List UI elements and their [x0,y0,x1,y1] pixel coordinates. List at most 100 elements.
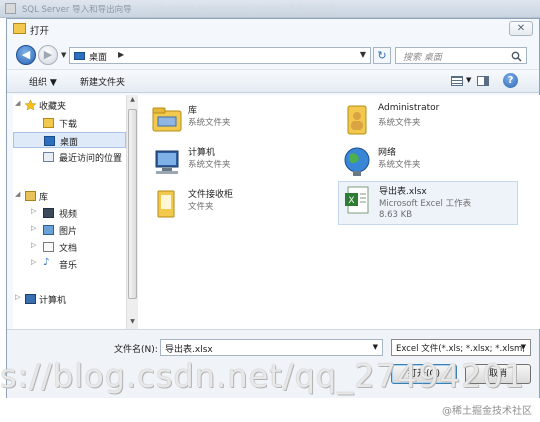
nav-item-desktop[interactable]: 桌面 [13,132,126,148]
expand-icon[interactable]: ▷ [31,241,36,249]
star-icon [25,100,36,110]
desktop-icon [74,52,85,60]
credit-watermark: @稀土掘金技术社区 [442,406,532,417]
breadcrumb-desktop[interactable]: 桌面 [89,50,107,63]
nav-item-downloads[interactable]: 下载 [13,115,126,131]
nav-item-computer[interactable]: ▷ 计算机 [13,291,126,307]
collapse-icon[interactable]: ◢ [15,99,20,107]
user-folder-icon [347,105,367,135]
scroll-down-icon[interactable]: ▼ [128,318,137,328]
nav-label-recent: 最近访问的位置 [59,154,123,164]
library-icon [25,191,36,201]
filetype-value: Excel 文件(*.xls; *.xlsx; *.xlsm; [396,344,526,354]
file-item-export-xlsx[interactable]: X 导出表.xlsx Microsoft Excel 工作表 8.63 KB [338,181,518,225]
downloads-folder-icon [43,118,54,128]
open-file-dialog: 打开 ✕ ◀ ▶ ▼ 桌面 ▶ ▼ ↻ 搜索 桌面 组织 ▼ 新建文件夹 ▼ ? [6,18,540,399]
folder-icon [157,190,175,218]
history-dropdown-icon[interactable]: ▼ [61,51,66,59]
file-list: 库 系统文件夹 Administrator 系统文件夹 计算机 系统文件夹 网络… [138,95,540,329]
background-window-faded-text: SQL Server Management Studio 对象资源管理器 [150,4,337,13]
refresh-button[interactable]: ↻ [373,47,391,64]
folder-icon [13,23,26,34]
filetype-select[interactable]: Excel 文件(*.xls; *.xlsx; *.xlsm; ▼ [391,339,531,356]
nav-label-music: 音乐 [59,261,78,271]
filename-dropdown-icon[interactable]: ▼ [373,343,378,351]
file-type: 系统文件夹 [378,118,421,128]
network-globe-icon [344,147,370,176]
organize-button[interactable]: 组织 ▼ [29,75,57,88]
documents-library-icon [43,242,54,252]
computer-icon [25,294,36,304]
nav-label-desktop: 桌面 [60,138,79,148]
pictures-library-icon [43,225,54,235]
nav-item-pictures[interactable]: ▷ 图片 [13,222,126,238]
nav-item-documents[interactable]: ▷ 文档 [13,239,126,255]
preview-pane-icon[interactable] [477,76,489,86]
excel-file-icon: X [345,186,369,214]
expand-icon[interactable]: ▷ [31,224,36,232]
nav-item-music[interactable]: ▷ ♪ 音乐 [13,256,126,272]
file-item-computer[interactable]: 计算机 系统文件夹 [148,143,328,181]
search-input[interactable]: 搜索 桌面 [395,47,527,64]
navigation-pane: ◢ 收藏夹 下载 桌面 最近访问的位置 ◢ 库 ▷ 视频 ▷ 图片 ▷ 文档 ▷… [13,95,126,329]
nav-item-libraries[interactable]: ◢ 库 [13,188,126,204]
filename-value[interactable]: 导出表.xlsx [165,342,213,355]
file-type: Microsoft Excel 工作表 [379,199,472,209]
scrollbar-thumb[interactable] [128,109,137,299]
expand-icon[interactable]: ▷ [15,293,20,301]
search-placeholder: 搜索 桌面 [403,53,442,63]
file-name: Administrator [378,103,440,113]
dialog-title: 打开 [30,26,50,37]
nav-label-documents: 文档 [59,244,78,254]
help-icon[interactable]: ? [503,73,518,88]
svg-text:X: X [348,196,354,206]
file-name: 库 [188,106,198,116]
change-view-icon[interactable] [451,76,463,86]
command-toolbar: 组织 ▼ 新建文件夹 ▼ ? [7,69,539,93]
filename-input[interactable]: 导出表.xlsx ▼ [160,339,383,356]
file-item-received-files[interactable]: 文件接收柜 文件夹 [148,185,328,223]
back-button[interactable]: ◀ [16,45,36,65]
search-icon[interactable] [511,51,522,62]
file-item-libraries[interactable]: 库 系统文件夹 [148,101,328,139]
url-watermark: s://blog.csdn.net/qq_27494201 [0,357,526,395]
desktop-icon [44,136,55,146]
file-type: 系统文件夹 [188,160,231,170]
nav-label-videos: 视频 [59,210,78,220]
nav-item-videos[interactable]: ▷ 视频 [13,205,126,221]
navigation-scrollbar[interactable]: ▲ ▼ [126,95,138,329]
dialog-titlebar: 打开 ✕ [7,19,539,39]
new-folder-button[interactable]: 新建文件夹 [80,75,125,88]
scroll-up-icon[interactable]: ▲ [128,96,137,106]
nav-label-pictures: 图片 [59,227,78,237]
app-icon [5,3,16,14]
library-folder-icon [152,107,182,132]
file-type: 文件夹 [188,202,214,212]
breadcrumb-chevron-icon[interactable]: ▶ [118,50,124,59]
nav-item-favorites[interactable]: ◢ 收藏夹 [13,97,126,113]
file-item-administrator[interactable]: Administrator 系统文件夹 [338,101,518,139]
expand-icon[interactable]: ▷ [31,207,36,215]
music-note-icon: ♪ [43,257,50,268]
file-item-network[interactable]: 网络 系统文件夹 [338,143,518,181]
file-name: 导出表.xlsx [379,187,427,197]
address-field[interactable]: 桌面 ▶ ▼ [69,47,371,64]
file-size: 8.63 KB [379,210,413,220]
file-type: 系统文件夹 [188,118,231,128]
address-bar: ◀ ▶ ▼ 桌面 ▶ ▼ ↻ 搜索 桌面 [7,41,539,67]
view-dropdown-icon[interactable]: ▼ [466,76,471,84]
expand-icon[interactable]: ▷ [31,258,36,266]
address-dropdown-icon[interactable]: ▼ [360,50,366,59]
recent-places-icon [43,152,54,162]
nav-label-downloads: 下载 [59,120,78,130]
computer-icon [155,150,179,174]
close-button[interactable]: ✕ [509,21,533,36]
filetype-dropdown-icon[interactable]: ▼ [521,343,526,351]
nav-label-favorites: 收藏夹 [39,102,67,112]
background-window-titlebar: SQL Server 导入和导出向导 SQL Server Management… [0,0,540,18]
nav-item-recent-places[interactable]: 最近访问的位置 [13,149,126,165]
forward-button[interactable]: ▶ [38,45,58,65]
filename-label: 文件名(N): [114,345,158,355]
collapse-icon[interactable]: ◢ [15,190,20,198]
file-name: 计算机 [188,148,216,158]
